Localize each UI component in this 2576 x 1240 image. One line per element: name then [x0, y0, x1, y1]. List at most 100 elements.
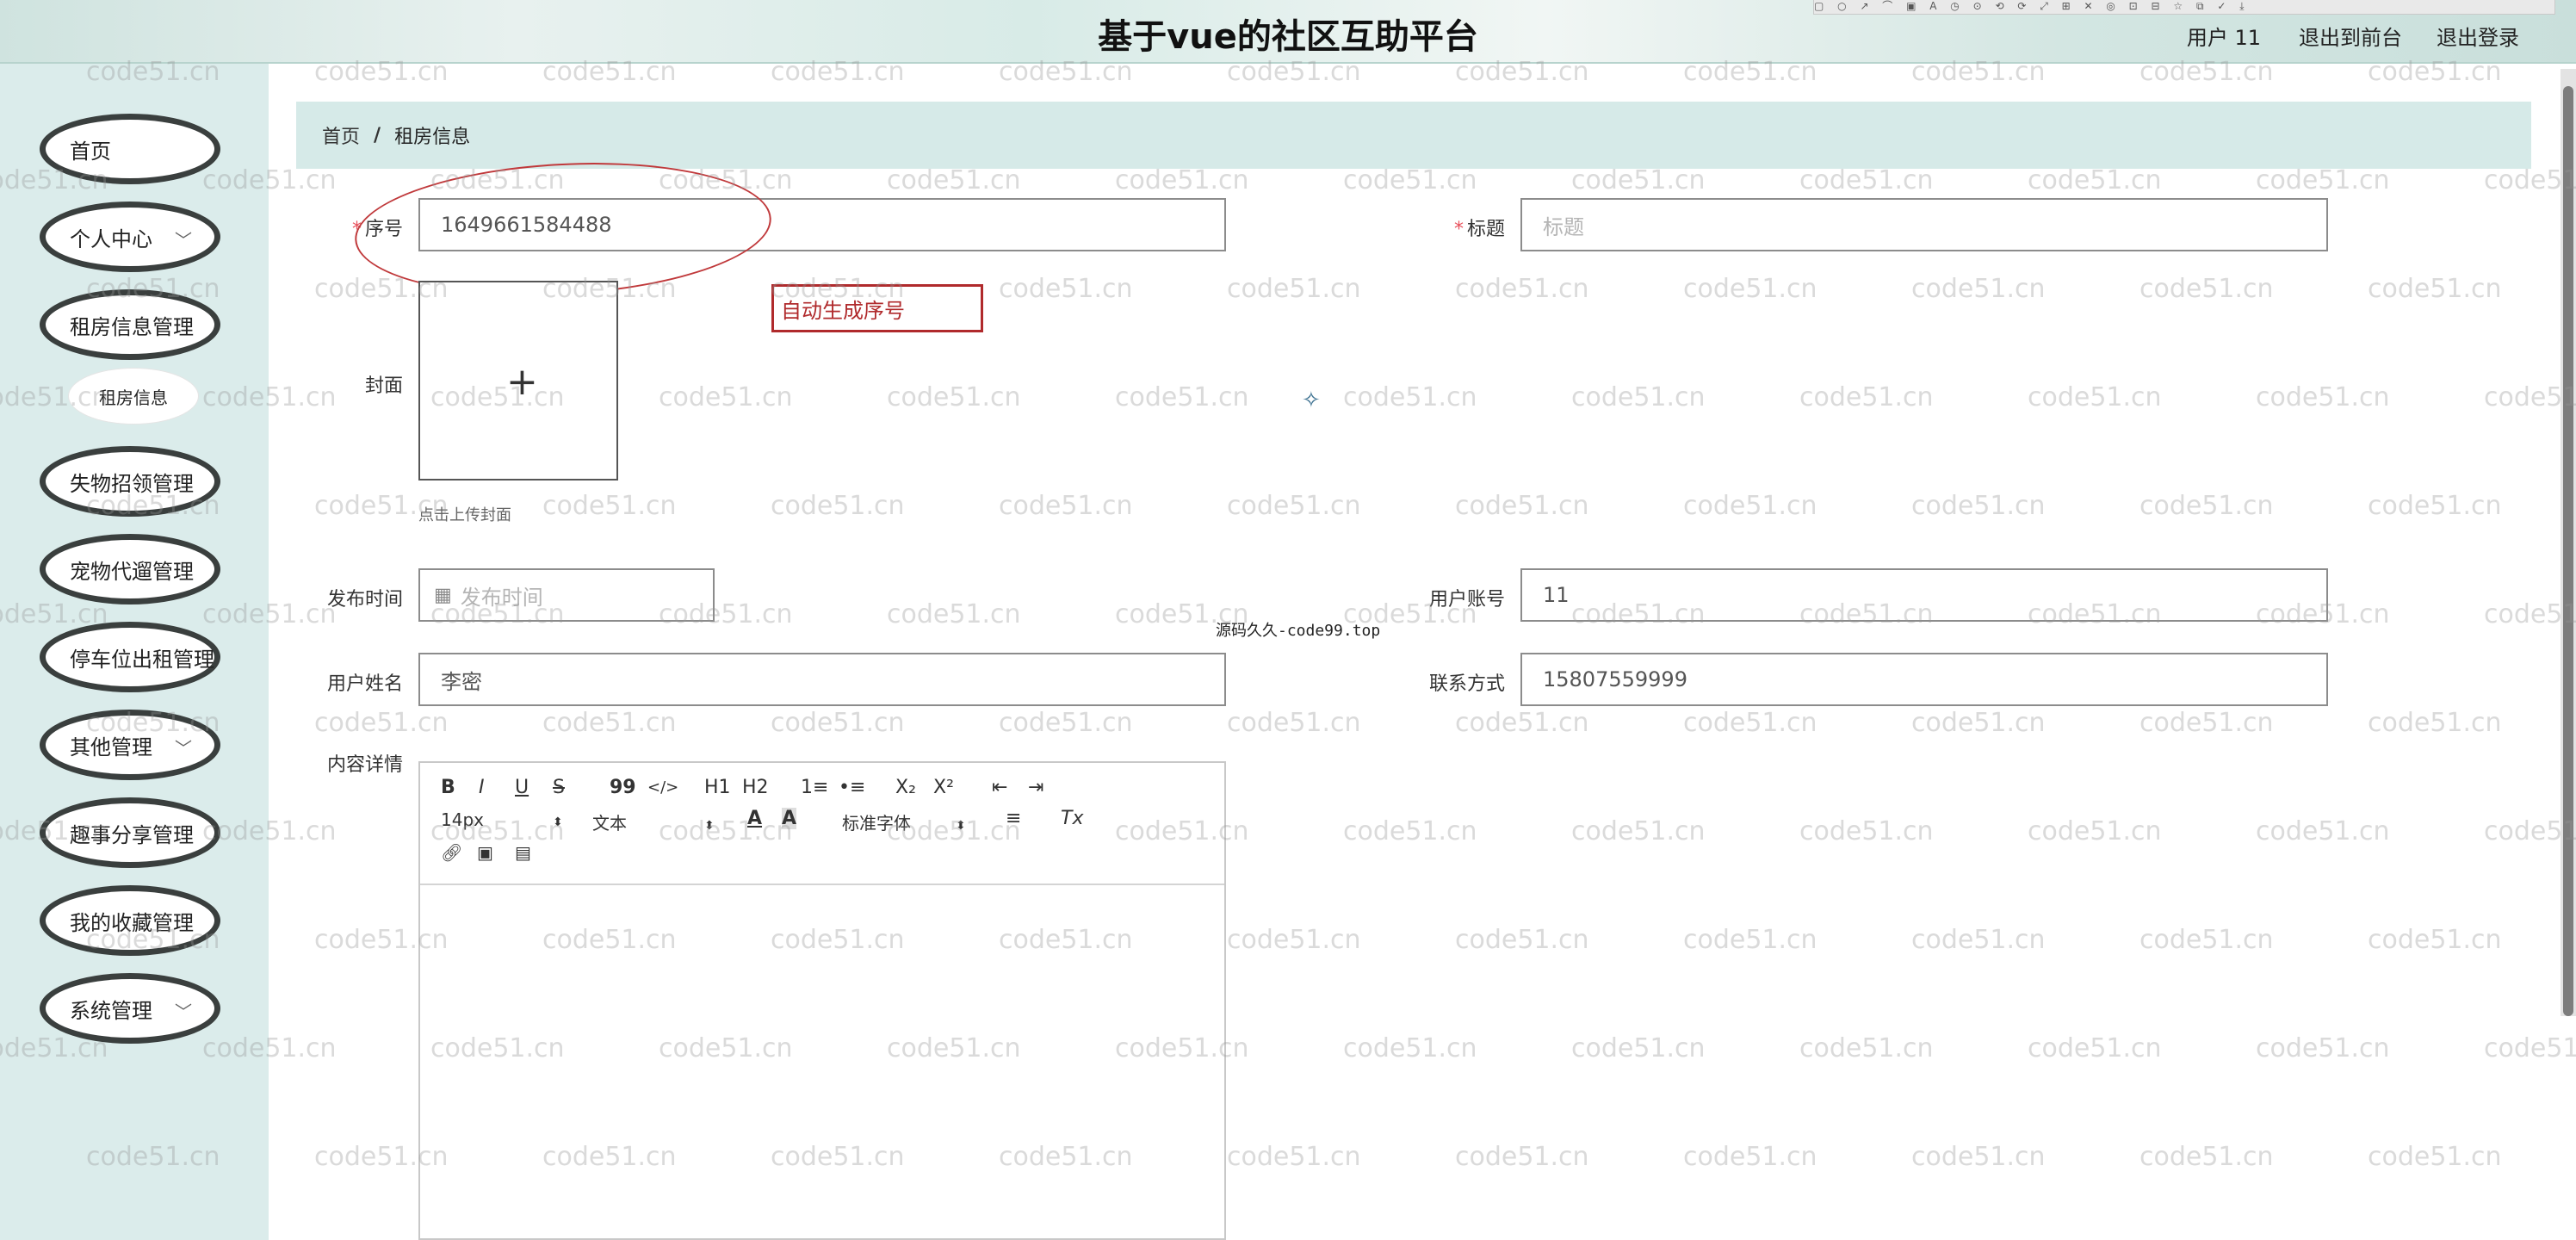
bold-button[interactable]: B	[441, 777, 455, 798]
scrollbar[interactable]	[2561, 69, 2576, 1016]
underline-button[interactable]: U	[515, 777, 529, 798]
required-mark: *	[1453, 219, 1464, 240]
logout-link[interactable]: 退出登录	[2437, 21, 2519, 51]
link-icon[interactable]: 🔗︎	[441, 842, 462, 863]
rich-text-editor: B I U S 99 </> H1 H2 1≡ •≡ X₂ X² ⇤ ⇥ 14p…	[418, 761, 1226, 1240]
watermark-text: code51.cn	[1343, 165, 1477, 195]
superscript-button[interactable]: X²	[933, 777, 954, 798]
back-to-front-link[interactable]: 退出到前台	[2299, 21, 2402, 51]
h1-button[interactable]: H1	[704, 777, 731, 798]
sidebar-subitem-label: 租房信息	[99, 387, 168, 408]
watermark-text: code51.cn	[1799, 816, 1934, 846]
sidebar-item-other[interactable]: 其他管理 ﹀	[40, 710, 220, 780]
watermark-text: code51.cn	[2028, 1033, 2162, 1063]
subscript-button[interactable]: X₂	[895, 777, 916, 798]
contact-input[interactable]: 15807559999	[1520, 653, 2328, 706]
image-icon[interactable]: ▣	[477, 842, 493, 863]
watermark-text: code51.cn	[1911, 1142, 2046, 1172]
watermark-text: code51.cn	[2256, 165, 2390, 195]
clear-format-button[interactable]: Tx	[1061, 808, 1083, 829]
watermark-text: code51.cn	[1227, 274, 1361, 304]
sidebar-item-fun-share[interactable]: 趣事分享管理	[40, 797, 220, 868]
sidebar-item-lost-found[interactable]: 失物招领管理	[40, 446, 220, 517]
sidebar-item-parking-rental[interactable]: 停车位出租管理	[40, 622, 220, 692]
watermark-text: code51.cn	[314, 708, 449, 738]
watermark-text: code51.cn	[2028, 382, 2162, 412]
user-account-input[interactable]: 11	[1520, 568, 2328, 622]
chevron-down-icon: ﹀	[175, 230, 192, 251]
sidebar-item-favorites[interactable]: 我的收藏管理	[40, 885, 220, 956]
bullet-list-button[interactable]: •≡	[839, 777, 865, 798]
quote-button[interactable]: 99	[610, 777, 636, 798]
watermark-text: code51.cn	[1683, 1142, 1817, 1172]
publish-time-label: 发布时间	[326, 589, 403, 611]
italic-button[interactable]: I	[479, 777, 485, 798]
ordered-list-button[interactable]: 1≡	[801, 777, 828, 798]
font-family-select[interactable]: 标准字体 ⬍	[842, 809, 966, 834]
title-label: * 标题	[1453, 219, 1505, 240]
watermark-text: code51.cn	[659, 382, 793, 412]
sidebar-item-label: 租房信息管理	[70, 314, 194, 339]
watermark-text: code51.cn	[1455, 708, 1589, 738]
watermark-text: code51.cn	[1455, 274, 1589, 304]
cover-upload[interactable]: +	[418, 281, 618, 480]
watermark-text: code51.cn	[1799, 165, 1934, 195]
sidebar-item-personal-center[interactable]: 个人中心 ﹀	[40, 202, 220, 272]
font-size-select[interactable]: 14px ⬍	[441, 809, 563, 830]
user-account-label: 用户账号	[1428, 589, 1505, 611]
sidebar-item-label: 其他管理	[70, 735, 152, 760]
select-arrow-icon: ⬍	[704, 819, 715, 833]
watermark-text: code51.cn	[1227, 925, 1361, 955]
sidebar-subitem-rental-info[interactable]: 租房信息	[69, 369, 198, 424]
video-icon[interactable]: ▤	[515, 842, 531, 863]
sidebar-item-label: 首页	[70, 139, 111, 164]
background-color-button[interactable]: A	[782, 808, 797, 829]
breadcrumb-current: 租房信息	[394, 127, 471, 148]
watermark-text: code51.cn	[542, 708, 677, 738]
sidebar-item-system[interactable]: 系统管理 ﹀	[40, 973, 220, 1044]
indent-button[interactable]: ⇥	[1028, 777, 1043, 798]
title-input[interactable]: 标题	[1520, 198, 2328, 251]
watermark-text: code51.cn	[2028, 165, 2162, 195]
annotation-box: 自动生成序号	[771, 284, 983, 332]
watermark-text: code51.cn	[1227, 708, 1361, 738]
sidebar-item-label: 我的收藏管理	[70, 910, 194, 935]
watermark-text: code51.cn	[1911, 491, 2046, 521]
contact-label: 联系方式	[1428, 673, 1505, 695]
sidebar-item-label: 系统管理	[70, 998, 152, 1023]
block-format-select[interactable]: 文本 ⬍	[592, 809, 715, 834]
scrollbar-thumb[interactable]	[2563, 86, 2573, 1016]
watermark-text: code51.cn	[1683, 708, 1817, 738]
sidebar-item-pet-walking[interactable]: 宠物代遛管理	[40, 534, 220, 604]
watermark-text: code51.cn	[2139, 274, 2274, 304]
breadcrumb-home[interactable]: 首页	[322, 121, 360, 149]
sidebar-item-home[interactable]: 首页	[40, 114, 220, 184]
publish-time-picker[interactable]: ▦ 发布时间	[418, 568, 715, 622]
user-name-input[interactable]: 李密	[418, 653, 1226, 706]
watermark-text: code51.cn	[1571, 816, 1706, 846]
watermark-text: code51.cn	[887, 382, 1021, 412]
watermark-text: code51.cn	[1227, 1142, 1361, 1172]
watermark-text: code51.cn	[1455, 1142, 1589, 1172]
code-button[interactable]: </>	[647, 778, 678, 797]
select-arrow-icon: ⬍	[552, 815, 563, 829]
watermark-text: code51.cn	[1683, 274, 1817, 304]
sidebar-item-label: 趣事分享管理	[70, 822, 194, 847]
watermark-text: code51.cn	[2139, 708, 2274, 738]
font-color-button[interactable]: A	[747, 808, 762, 829]
watermark-text: code51.cn	[1683, 491, 1817, 521]
sidebar-item-rental-management[interactable]: 租房信息管理	[40, 289, 220, 360]
watermark-text: code51.cn	[2028, 816, 2162, 846]
outdent-button[interactable]: ⇤	[992, 777, 1007, 798]
watermark-text: code51.cn	[2139, 925, 2274, 955]
strike-button[interactable]: S	[553, 777, 565, 798]
sidebar: 首页 个人中心 ﹀ 租房信息管理 租房信息 失物招领管理 宠物代遛管理 停车位出租…	[0, 64, 269, 1240]
h2-button[interactable]: H2	[742, 777, 769, 798]
align-button[interactable]: ≡	[1006, 808, 1021, 829]
watermark-text: code51.cn	[887, 165, 1021, 195]
chevron-down-icon: ﹀	[175, 738, 192, 759]
chevron-down-icon: ﹀	[175, 1001, 192, 1022]
watermark-text: code51.cn	[1571, 382, 1706, 412]
watermark-text: code51.cn	[2484, 1033, 2576, 1063]
source-overlay-text: 源码久久-code99.top	[1216, 622, 1381, 640]
